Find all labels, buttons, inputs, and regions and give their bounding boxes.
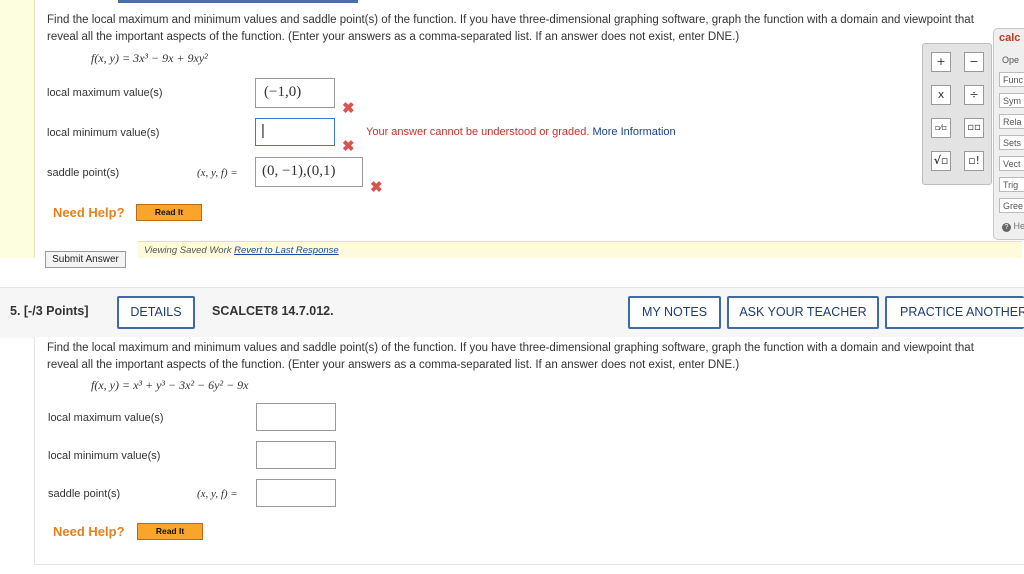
saddle-input[interactable]: (0, −1),(0,1) [255,157,363,187]
question-text-line2: reveal all the important aspects of the … [47,359,740,371]
revert-link[interactable]: Revert to Last Response [234,245,339,256]
math-palette: + − x ÷ ▫⁄▫ ▫▫ √▫ ▫! [922,43,992,185]
saddle-input[interactable] [256,479,336,507]
wrong-icon: ✖ [370,179,383,196]
calc-tab-trig[interactable]: Trig [999,177,1024,192]
local-max-input[interactable]: (−1,0) [255,78,335,108]
practice-another-button[interactable]: PRACTICE ANOTHER [885,296,1024,329]
saved-work-text: Viewing Saved Work [144,245,232,256]
calc-tab-sets[interactable]: Sets [999,135,1024,150]
local-min-value: | [261,122,265,139]
question-text-line1: Find the local maximum and minimum value… [47,14,974,26]
question-text-line1: Find the local maximum and minimum value… [47,342,974,354]
local-min-label: local minimum value(s) [47,127,160,139]
factorial-button[interactable]: ▫! [964,151,984,171]
saddle-label: saddle point(s) [47,167,120,179]
calc-tab-greek[interactable]: Gree [999,198,1024,213]
saddle-prefix: (x, y, f) = [197,167,238,179]
calc-help-label: He [1013,221,1024,231]
calc-tab-relations[interactable]: Rela [999,114,1024,129]
error-text: Your answer cannot be understood or grad… [366,126,590,138]
question-5-header: 5. [-/3 Points] DETAILS SCALCET8 14.7.01… [0,287,1024,338]
minus-button[interactable]: − [964,52,984,72]
calc-tab-operators[interactable]: Ope [999,53,1024,68]
function-expression: f(x, y) = x³ + y³ − 3x² − 6y² − 9x [91,378,249,392]
fraction-button[interactable]: ▫⁄▫ [931,118,951,138]
calc-tab-functions[interactable]: Func [999,72,1024,87]
need-help-label: Need Help? [53,205,125,220]
problem-code: SCALCET8 14.7.012. [212,304,334,318]
question-text-line2: reveal all the important aspects of the … [47,31,740,43]
question-5-panel: Find the local maximum and minimum value… [34,337,1024,565]
question-4-gutter [0,0,35,258]
local-min-label: local minimum value(s) [48,450,161,462]
local-min-input[interactable]: | [255,118,335,146]
exponent-button[interactable]: ▫▫ [964,118,984,138]
saved-work-banner: Viewing Saved Work Revert to Last Respon… [138,241,1022,258]
my-notes-button[interactable]: MY NOTES [628,296,721,329]
saddle-value: (0, −1),(0,1) [262,163,336,179]
help-icon: ? [1002,223,1011,232]
calc-tab-vectors[interactable]: Vect [999,156,1024,171]
need-help-label: Need Help? [53,524,125,539]
calc-help[interactable]: ? He [1002,221,1024,232]
tab-strip-edge [118,0,358,3]
ask-your-teacher-button[interactable]: ASK YOUR TEACHER [727,296,879,329]
calc-tab-symbols[interactable]: Sym [999,93,1024,108]
plus-button[interactable]: + [931,52,951,72]
read-it-button[interactable]: Read It [136,204,202,221]
question-4-panel: Find the local maximum and minimum value… [0,0,1024,283]
saddle-prefix: (x, y, f) = [197,488,238,500]
more-information-link[interactable]: More Information [592,126,675,138]
local-max-value: (−1,0) [264,84,302,100]
times-button[interactable]: x [931,85,951,105]
local-max-input[interactable] [256,403,336,431]
read-it-button[interactable]: Read It [137,523,203,540]
local-max-label: local maximum value(s) [48,412,164,424]
calculator-panel: Ope Func Sym Rela Sets Vect Trig Gree ? … [993,28,1024,240]
points-label: 5. [-/3 Points] [10,304,89,318]
saddle-label: saddle point(s) [48,488,121,500]
wrong-icon: ✖ [342,100,355,117]
details-button[interactable]: DETAILS [117,296,195,329]
submit-answer-button[interactable]: Submit Answer [45,251,126,268]
sqrt-button[interactable]: √▫ [931,151,951,171]
local-min-input[interactable] [256,441,336,469]
divide-button[interactable]: ÷ [964,85,984,105]
function-expression: f(x, y) = 3x³ − 9x + 9xy² [91,51,208,65]
calculator-title: calc [999,32,1021,44]
wrong-icon: ✖ [342,138,355,155]
local-max-label: local maximum value(s) [47,87,163,99]
error-message: Your answer cannot be understood or grad… [366,126,676,138]
